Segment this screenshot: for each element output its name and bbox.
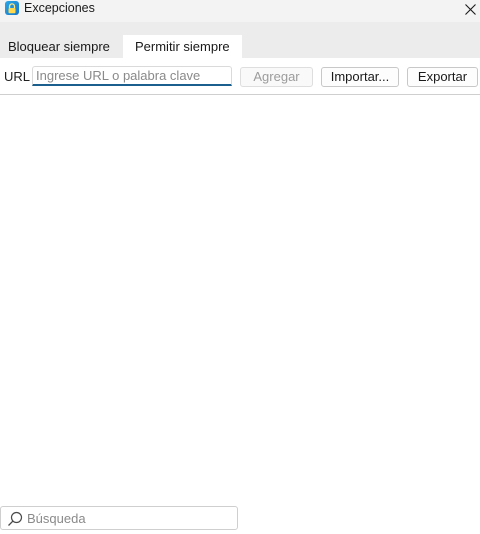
search-input[interactable]	[27, 509, 232, 527]
window-title: Excepciones	[24, 1, 95, 15]
tab-block-always[interactable]: Bloquear siempre	[0, 36, 120, 58]
tab-label: Permitir siempre	[135, 39, 230, 54]
url-input[interactable]	[32, 66, 232, 86]
tab-allow-always[interactable]: Permitir siempre	[123, 35, 242, 58]
exceptions-window: Excepciones Bloquear siempre Permitir si…	[0, 0, 480, 534]
tab-bar: Bloquear siempre Permitir siempre	[0, 22, 480, 58]
import-button[interactable]: Importar...	[321, 67, 399, 87]
add-button[interactable]: Agregar	[240, 67, 313, 87]
search-box[interactable]	[0, 506, 238, 530]
tab-label: Bloquear siempre	[8, 39, 110, 54]
url-label: URL	[4, 69, 31, 84]
url-toolbar: URL Agregar Importar... Exportar	[0, 58, 480, 95]
lock-app-icon	[5, 1, 19, 15]
close-icon	[464, 3, 476, 15]
export-button[interactable]: Exportar	[407, 67, 478, 87]
close-button[interactable]	[460, 0, 480, 18]
search-icon	[8, 511, 23, 526]
title-bar: Excepciones	[0, 0, 480, 22]
exceptions-list[interactable]	[0, 95, 480, 500]
